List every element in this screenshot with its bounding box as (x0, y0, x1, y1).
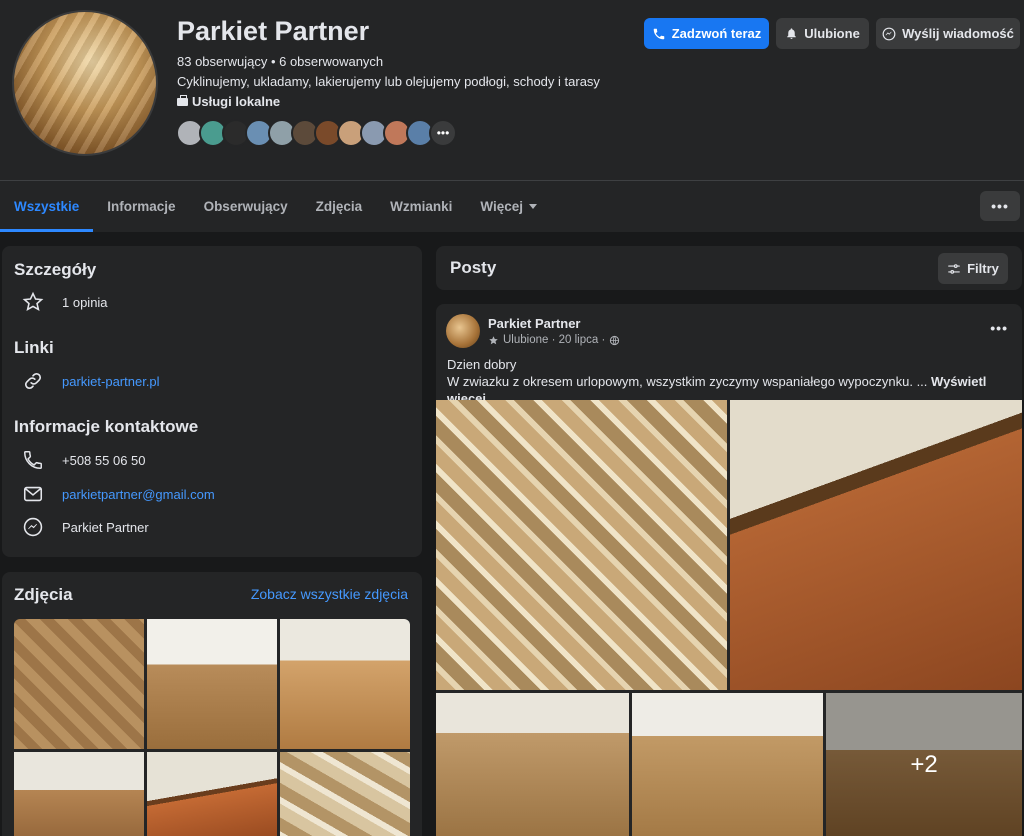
photo-thumbnail[interactable] (280, 619, 410, 749)
caret-down-icon (529, 204, 538, 209)
posts-title: Posty (450, 258, 497, 277)
messenger-row[interactable]: Parkiet Partner (16, 516, 149, 538)
tab-about[interactable]: Informacje (93, 181, 189, 232)
page-tabs: Wszystkie Informacje Obserwujący Zdjęcia… (0, 181, 551, 232)
phone-icon (16, 449, 52, 471)
tab-followers[interactable]: Obserwujący (190, 181, 302, 232)
follow-label: Ulubione (804, 26, 860, 41)
rating-text: 1 opinia (62, 294, 108, 310)
posts-header-card: Posty Filtry (436, 246, 1022, 290)
website-row[interactable]: parkiet-partner.pl (16, 370, 160, 392)
post-author-name[interactable]: Parkiet Partner (488, 316, 581, 331)
page-header: Parkiet Partner 83 obserwujący • 6 obser… (0, 0, 1024, 232)
more-followers-avatar[interactable]: ••• (429, 119, 457, 147)
filters-label: Filtry (967, 261, 999, 276)
photo-thumbnail[interactable] (14, 619, 144, 749)
photo-thumbnail[interactable] (147, 752, 277, 836)
post-meta: Ulubione · 20 lipca · (488, 334, 620, 346)
links-title: Linki (14, 338, 54, 357)
photo-thumbnail[interactable] (147, 619, 277, 749)
post-image[interactable] (730, 400, 1022, 690)
follow-button[interactable]: Ulubione (776, 18, 869, 49)
post-image[interactable] (632, 693, 823, 836)
details-title: Szczegóły (14, 260, 97, 279)
email-row[interactable]: parkietpartner@gmail.com (16, 483, 215, 505)
photo-thumbnail[interactable] (14, 752, 144, 836)
call-now-button[interactable]: Zadzwoń teraz (644, 18, 769, 49)
tab-label: Obserwujący (203, 199, 288, 214)
tab-mentions[interactable]: Wzmianki (376, 181, 466, 232)
phone-row[interactable]: +508 55 06 50 (16, 449, 146, 471)
call-now-label: Zadzwoń teraz (671, 26, 762, 41)
filters-button[interactable]: Filtry (938, 253, 1008, 284)
tab-all[interactable]: Wszystkie (0, 181, 94, 232)
tab-more[interactable]: Więcej (466, 181, 551, 232)
photos-title: Zdjęcia (14, 585, 73, 604)
phone-number: +508 55 06 50 (62, 452, 146, 468)
post-image[interactable] (436, 400, 727, 690)
post-options-button[interactable]: ••• (990, 320, 1008, 336)
messenger-icon (16, 516, 52, 538)
briefcase-icon (177, 94, 188, 106)
page-title[interactable]: Parkiet Partner (177, 16, 369, 47)
link-icon (16, 370, 52, 392)
more-images-overlay[interactable]: +2 (826, 693, 1022, 836)
post-line-text: W zwiazku z okresem urlopowym, wszystkim… (447, 374, 928, 389)
see-all-photos-link[interactable]: Zobacz wszystkie zdjęcia (251, 586, 408, 602)
tab-label: Informacje (107, 199, 176, 214)
page-description: Cyklinujemy, ukladamy, lakierujemy lub o… (177, 74, 600, 89)
post-image[interactable] (436, 693, 629, 836)
tab-photos[interactable]: Zdjęcia (302, 181, 377, 232)
star-icon (16, 291, 52, 313)
phone-icon (653, 28, 664, 39)
more-options-button[interactable]: ••• (980, 191, 1020, 221)
post-line: Dzien dobry (447, 357, 517, 372)
post-author-avatar[interactable] (446, 314, 480, 348)
tab-label: Wzmianki (390, 199, 453, 214)
send-message-button[interactable]: Wyślij wiadomość (876, 18, 1020, 49)
globe-icon (610, 335, 620, 345)
bell-icon (787, 28, 797, 39)
messenger-name: Parkiet Partner (62, 519, 149, 535)
tab-label: Zdjęcia (315, 199, 363, 214)
contact-title: Informacje kontaktowe (14, 417, 199, 436)
website-link[interactable]: parkiet-partner.pl (62, 374, 160, 389)
post-meta-text[interactable]: Ulubione · 20 lipca · (503, 334, 605, 346)
follower-avatars: ••• (176, 119, 457, 147)
profile-picture[interactable] (12, 10, 158, 156)
mail-icon (16, 483, 52, 505)
rating-row[interactable]: 1 opinia (16, 291, 108, 313)
star-icon (489, 335, 498, 344)
tab-label: Więcej (480, 199, 524, 214)
details-card: Szczegóły 1 opinia Linki parkiet-partner… (2, 246, 422, 557)
sliders-icon (948, 263, 960, 274)
tab-label: Wszystkie (14, 199, 80, 214)
photo-thumbnail[interactable] (280, 752, 410, 836)
email-link[interactable]: parkietpartner@gmail.com (62, 487, 215, 502)
messenger-icon (882, 27, 896, 40)
page-category: Usługi lokalne (177, 94, 280, 109)
send-message-label: Wyślij wiadomość (902, 26, 1014, 41)
followers-count[interactable]: 83 obserwujący • 6 obserwowanych (177, 54, 383, 69)
photos-card: Zdjęcia Zobacz wszystkie zdjęcia (2, 572, 422, 836)
category-label: Usługi lokalne (192, 94, 281, 109)
